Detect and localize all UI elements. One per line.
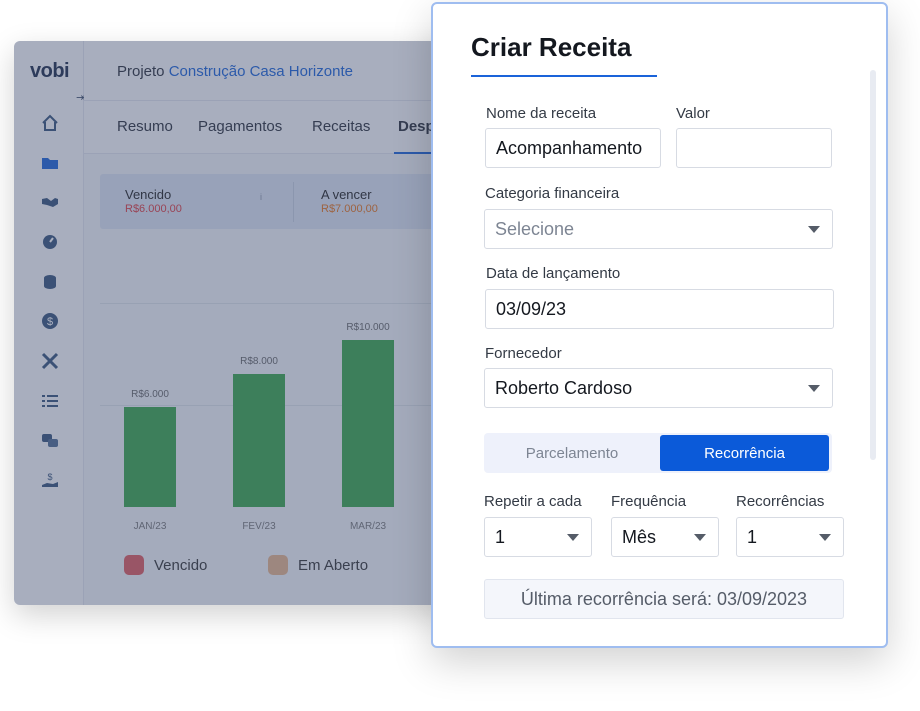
criar-receita-modal: Criar Receita Nome da receita Acompanham… — [431, 2, 888, 648]
data-label: Data de lançamento — [486, 265, 621, 282]
fornecedor-label: Fornecedor — [485, 345, 562, 362]
recorrencias-label: Recorrências — [736, 493, 825, 510]
nome-input[interactable]: Acompanhamento — [485, 128, 661, 168]
chevron-down-icon — [567, 534, 579, 541]
parcelamento-option[interactable]: Parcelamento — [484, 433, 660, 473]
data-lancamento-input[interactable]: 03/09/23 — [485, 289, 834, 329]
payment-type-toggle: Parcelamento Recorrência — [484, 433, 832, 473]
valor-label: Valor — [676, 105, 710, 122]
modal-title: Criar Receita — [471, 32, 632, 62]
chevron-down-icon — [694, 534, 706, 541]
chevron-down-icon — [808, 385, 820, 392]
categoria-label: Categoria financeira — [485, 185, 620, 202]
ultima-recorrencia-info: Última recorrência será: 03/09/2023 — [484, 579, 844, 619]
frequencia-label: Frequência — [611, 493, 687, 510]
chevron-down-icon — [819, 534, 831, 541]
categoria-placeholder: Selecione — [495, 218, 575, 239]
nome-label: Nome da receita — [486, 105, 597, 122]
valor-input[interactable] — [676, 128, 832, 168]
recorrencia-option[interactable]: Recorrência — [660, 435, 829, 471]
recorrencias-select[interactable]: 1 — [736, 517, 844, 557]
repetir-value: 1 — [495, 526, 506, 547]
title-underline — [471, 75, 657, 77]
screen: vobi ⇥ $ $ Projeto Construção Casa Horiz… — [0, 0, 920, 711]
modal-scrollbar[interactable] — [870, 70, 876, 460]
recorrencias-value: 1 — [747, 526, 758, 547]
frequencia-select[interactable]: Mês — [611, 517, 719, 557]
frequencia-value: Mês — [622, 526, 657, 547]
chevron-down-icon — [808, 226, 820, 233]
fornecedor-value: Roberto Cardoso — [495, 377, 633, 398]
repetir-select[interactable]: 1 — [484, 517, 592, 557]
repetir-label: Repetir a cada — [484, 493, 582, 510]
categoria-select[interactable]: Selecione — [484, 209, 833, 249]
fornecedor-select[interactable]: Roberto Cardoso — [484, 368, 833, 408]
